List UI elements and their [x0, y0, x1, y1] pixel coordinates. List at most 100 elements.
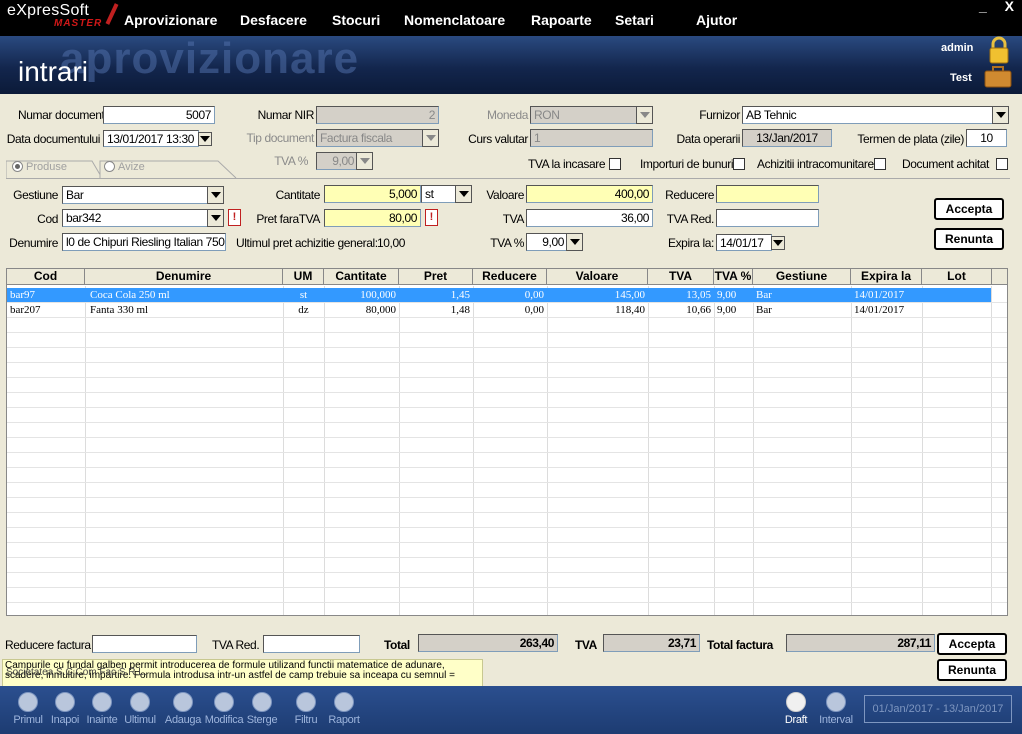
numar-document-label: Numar document	[18, 108, 105, 122]
add-document-icon	[173, 692, 193, 712]
previous-icon	[55, 692, 75, 712]
pret-fara-tva-label: Pret faraTVA	[256, 212, 320, 226]
ultimul-pret-value: 10,00	[377, 236, 406, 250]
accepta-entry-button[interactable]: Accepta	[934, 198, 1004, 220]
col-tva-pct[interactable]: TVA %	[714, 269, 753, 285]
data-operarii-field[interactable]: 13/Jan/2017	[742, 129, 832, 147]
pen-icon	[105, 3, 119, 25]
termen-plata-field[interactable]: 10	[966, 129, 1007, 147]
tva-red-label: TVA Red.	[666, 212, 715, 226]
tip-document-field[interactable]: Factura fiscala	[316, 129, 423, 147]
date-picker-icon[interactable]	[198, 132, 212, 146]
cod-field[interactable]: bar342	[62, 209, 208, 227]
pret-warning-icon[interactable]: !	[425, 209, 438, 226]
briefcase-icon[interactable]	[984, 66, 1012, 88]
cantitate-field[interactable]: 5,000	[324, 185, 421, 203]
col-cantitate[interactable]: Cantitate	[324, 269, 399, 285]
col-lot[interactable]: Lot	[922, 269, 992, 285]
menu-aprovizionare[interactable]: Aprovizionare	[124, 12, 217, 28]
company-name: Test	[950, 72, 972, 84]
col-um[interactable]: UM	[283, 269, 324, 285]
denumire-field[interactable]: l0 de Chipuri Riesling Italian 750ml	[62, 233, 226, 251]
tva-pct-header-field[interactable]: 9,00	[316, 152, 358, 170]
banner-watermark: aprovizionare	[60, 34, 360, 83]
reducere-factura-field[interactable]	[92, 635, 197, 653]
close-button[interactable]: X	[1005, 0, 1014, 14]
interval-field[interactable]: 01/Jan/2017 - 13/Jan/2017	[864, 695, 1012, 723]
gestiune-label: Gestiune	[13, 188, 58, 202]
furnizor-dropdown-arrow[interactable]	[992, 106, 1009, 124]
cod-dropdown-arrow[interactable]	[207, 209, 224, 227]
tva-red-total-field[interactable]	[263, 635, 360, 653]
furnizor-label: Furnizor	[699, 108, 740, 122]
formula-tip: Campurile cu fundal galben permit introd…	[2, 659, 483, 687]
document-achitat-checkbox[interactable]	[996, 158, 1008, 170]
table-row[interactable]: bar207 Fanta 330 ml dz 80,000 1,48 0,00 …	[7, 303, 991, 317]
menu-desfacere[interactable]: Desfacere	[240, 12, 307, 28]
tab-avize[interactable]: Avize	[104, 161, 145, 177]
tva-incasare-label: TVA la incasare	[528, 157, 606, 171]
moneda-field[interactable]: RON	[530, 106, 637, 124]
gestiune-field[interactable]: Bar	[62, 186, 208, 204]
numar-document-field[interactable]: 5007	[103, 106, 215, 124]
interval-button[interactable]: Interval	[814, 692, 858, 726]
tva-red-total-label: TVA Red.	[212, 638, 260, 652]
report-icon	[334, 692, 354, 712]
valoare-field[interactable]: 400,00	[526, 185, 653, 203]
draft-icon	[786, 692, 806, 712]
furnizor-field[interactable]: AB Tehnic	[742, 106, 994, 124]
col-valoare[interactable]: Valoare	[547, 269, 648, 285]
col-tva[interactable]: TVA	[648, 269, 714, 285]
navigation-footer: Primul Inapoi Inainte Ultimul Adauga Mod…	[0, 686, 1022, 734]
tva-pct-field[interactable]: 9,00	[526, 233, 568, 251]
menu-stocuri[interactable]: Stocuri	[332, 12, 380, 28]
moneda-dropdown-arrow[interactable]	[636, 106, 653, 124]
sterge-button[interactable]: Sterge	[240, 692, 284, 726]
tva-pct-dropdown-arrow[interactable]	[566, 233, 583, 251]
numar-nir-field[interactable]: 2	[316, 106, 439, 124]
table-header: Cod Denumire UM Cantitate Pret Reducere …	[7, 269, 1007, 285]
termen-plata-label: Termen de plata (zile)	[857, 132, 964, 146]
col-denumire[interactable]: Denumire	[85, 269, 283, 285]
col-reducere[interactable]: Reducere	[473, 269, 547, 285]
raport-button[interactable]: Raport	[322, 692, 366, 726]
reducere-field[interactable]	[716, 185, 819, 203]
denumire-label: Denumire	[9, 236, 58, 250]
importuri-checkbox[interactable]	[733, 158, 745, 170]
gestiune-dropdown-arrow[interactable]	[207, 186, 224, 204]
ultimul-button[interactable]: Ultimul	[118, 692, 162, 726]
menu-ajutor[interactable]: Ajutor	[696, 12, 737, 28]
achizitii-checkbox[interactable]	[874, 158, 886, 170]
tab-produse[interactable]: Produse	[12, 161, 67, 177]
col-pret[interactable]: Pret	[399, 269, 473, 285]
page-title: intrari	[18, 56, 89, 87]
tva-red-field[interactable]	[716, 209, 819, 227]
pret-fara-tva-field[interactable]: 80,00	[324, 209, 421, 227]
draft-button[interactable]: Draft	[774, 692, 818, 726]
logo-subtext: MASTER	[54, 18, 103, 29]
um-field[interactable]: st	[421, 185, 457, 203]
lock-icon[interactable]	[988, 36, 1010, 64]
minimize-button[interactable]: _	[979, 0, 987, 14]
adauga-button[interactable]: Adauga	[161, 692, 205, 726]
tip-document-dropdown-arrow[interactable]	[422, 129, 439, 147]
expira-field[interactable]: 14/01/17	[716, 234, 772, 251]
curs-valutar-label: Curs valutar	[468, 132, 528, 146]
curs-valutar-field[interactable]: 1	[530, 129, 653, 147]
tva-incasare-checkbox[interactable]	[609, 158, 621, 170]
expira-date-picker-icon[interactable]	[771, 236, 785, 250]
data-documentului-field[interactable]: 13/01/2017 13:30	[103, 130, 199, 147]
col-gestiune[interactable]: Gestiune	[753, 269, 851, 285]
menu-setari[interactable]: Setari	[615, 12, 654, 28]
accepta-button[interactable]: Accepta	[937, 633, 1007, 655]
renunta-button[interactable]: Renunta	[937, 659, 1007, 681]
tva-field[interactable]: 36,00	[526, 209, 653, 227]
col-expira[interactable]: Expira la	[851, 269, 922, 285]
table-row[interactable]: bar97 Coca Cola 250 ml st 100,000 1,45 0…	[7, 288, 991, 302]
menu-rapoarte[interactable]: Rapoarte	[531, 12, 592, 28]
tva-pct-header-dropdown-arrow[interactable]	[356, 152, 373, 170]
reducere-label: Reducere	[665, 188, 714, 202]
col-cod[interactable]: Cod	[7, 269, 85, 285]
menu-nomenclatoare[interactable]: Nomenclatoare	[404, 12, 505, 28]
renunta-entry-button[interactable]: Renunta	[934, 228, 1004, 250]
